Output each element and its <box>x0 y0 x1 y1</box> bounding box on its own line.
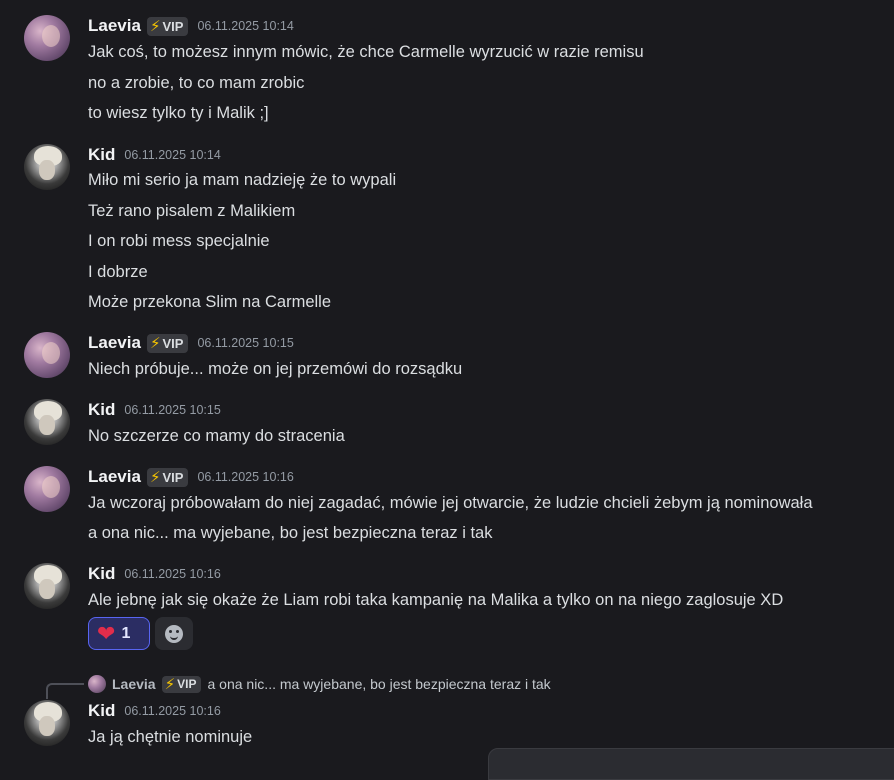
message-input-edge[interactable] <box>488 748 894 780</box>
reply-reference[interactable]: Laevia ⚡ VIP a ona nic... ma wyjebane, bo… <box>0 673 894 699</box>
reply-text: a ona nic... ma wyjebane, bo jest bezpie… <box>207 676 551 692</box>
avatar[interactable] <box>24 144 70 190</box>
author-name[interactable]: Kid <box>88 145 115 165</box>
heart-reaction-button[interactable]: ❤ 1 <box>88 617 150 650</box>
message-header: Laevia ⚡ VIP 06.11.2025 10:14 <box>88 15 294 37</box>
badge-label: VIP <box>177 677 197 691</box>
vip-badge: ⚡ VIP <box>161 675 202 693</box>
message-text: a ona nic... ma wyjebane, bo jest bezpie… <box>88 524 493 542</box>
message-text: Ale jebnę jak się okaże że Liam robi tak… <box>88 591 784 609</box>
lightning-icon: ⚡ <box>149 335 161 352</box>
author-name[interactable]: Laevia <box>88 16 141 36</box>
message-header: Kid 06.11.2025 10:16 <box>88 563 221 585</box>
message-text: No szczerze co mamy do stracenia <box>88 427 345 445</box>
timestamp: 06.11.2025 10:14 <box>197 19 294 33</box>
avatar[interactable] <box>24 332 70 378</box>
reply-preview[interactable]: Laevia ⚡ VIP a ona nic... ma wyjebane, bo… <box>88 673 551 695</box>
author-name[interactable]: Laevia <box>88 467 141 487</box>
message-header: Kid 06.11.2025 10:14 <box>88 144 221 166</box>
vip-badge: ⚡ VIP <box>146 16 189 36</box>
reply-avatar <box>88 675 106 693</box>
message-feed: Laevia ⚡ VIP 06.11.2025 10:14 Jak coś, to… <box>0 0 894 780</box>
author-name[interactable]: Kid <box>88 564 115 584</box>
message-header: Kid 06.11.2025 10:15 <box>88 399 221 421</box>
message-text: Miło mi serio ja mam nadzieję że to wypa… <box>88 171 397 189</box>
lightning-icon: ⚡ <box>164 676 176 693</box>
message-text: I dobrze <box>88 263 148 281</box>
heart-icon: ❤ <box>97 620 116 646</box>
message-header: Laevia ⚡ VIP 06.11.2025 10:16 <box>88 466 294 488</box>
message-text: no a zrobie, to co mam zrobic <box>88 74 305 92</box>
avatar[interactable] <box>24 15 70 61</box>
reaction-bar: ❤ 1 <box>88 617 193 650</box>
lightning-icon: ⚡ <box>149 18 161 35</box>
vip-badge: ⚡ VIP <box>146 333 189 353</box>
message-header: Kid 06.11.2025 10:16 <box>88 700 221 722</box>
avatar[interactable] <box>24 466 70 512</box>
timestamp: 06.11.2025 10:16 <box>197 470 294 484</box>
badge-label: VIP <box>162 469 184 485</box>
reply-spine <box>46 683 84 699</box>
lightning-icon: ⚡ <box>149 469 161 486</box>
timestamp: 06.11.2025 10:15 <box>124 403 221 417</box>
badge-label: VIP <box>162 18 184 34</box>
reaction-count: 1 <box>121 624 131 642</box>
timestamp: 06.11.2025 10:15 <box>197 336 294 350</box>
avatar[interactable] <box>24 700 70 746</box>
message-text: to wiesz tylko ty i Malik ;] <box>88 104 269 122</box>
vip-badge: ⚡ VIP <box>146 467 189 487</box>
message-text: Ja wczoraj próbowałam do niej zagadać, m… <box>88 494 813 512</box>
message-text: Niech próbuje... może on jej przemówi do… <box>88 360 463 378</box>
avatar[interactable] <box>24 399 70 445</box>
timestamp: 06.11.2025 10:14 <box>124 148 221 162</box>
badge-label: VIP <box>162 335 184 351</box>
message-header: Laevia ⚡ VIP 06.11.2025 10:15 <box>88 332 294 354</box>
add-reaction-button[interactable] <box>155 617 193 650</box>
author-name[interactable]: Laevia <box>88 333 141 353</box>
message-text: Jak coś, to możesz innym mówic, że chce … <box>88 43 644 61</box>
avatar[interactable] <box>24 563 70 609</box>
author-name[interactable]: Kid <box>88 701 115 721</box>
timestamp: 06.11.2025 10:16 <box>124 704 221 718</box>
reply-author[interactable]: Laevia <box>112 676 156 692</box>
message-text: Ja ją chętnie nominuje <box>88 728 253 746</box>
message-text: I on robi mess specjalnie <box>88 232 270 250</box>
timestamp: 06.11.2025 10:16 <box>124 567 221 581</box>
author-name[interactable]: Kid <box>88 400 115 420</box>
smile-icon <box>165 624 183 643</box>
message-text: Może przekona Slim na Carmelle <box>88 293 332 311</box>
message-text: Też rano pisalem z Malikiem <box>88 202 296 220</box>
